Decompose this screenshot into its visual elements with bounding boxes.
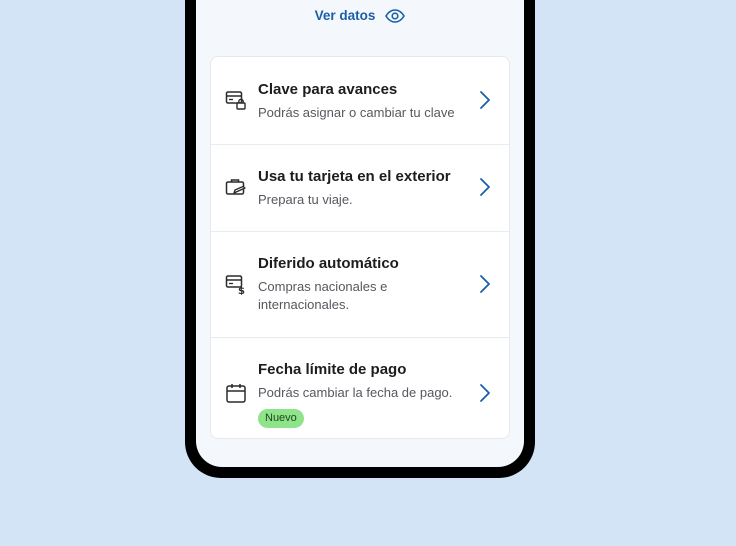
phone-screen: Ver datos Clave para avances Podrás asig… (196, 0, 524, 467)
menu-item-title: Fecha límite de pago (258, 361, 407, 378)
ver-datos-label: Ver datos (314, 8, 376, 23)
chevron-right-icon (480, 384, 490, 402)
menu-item-subtitle: Compras nacionales e internacionales. (258, 279, 388, 312)
menu-item-clave-avances[interactable]: Clave para avances Podrás asignar o camb… (211, 57, 509, 145)
menu-item-tarjeta-exterior[interactable]: Usa tu tarjeta en el exterior Prepara tu… (211, 144, 509, 232)
menu-item-diferido-automatico[interactable]: $ Diferido automático Compras nacionales… (211, 231, 509, 338)
phone-frame: Ver datos Clave para avances Podrás asig… (185, 0, 535, 478)
menu-item-subtitle: Prepara tu viaje. (258, 192, 353, 207)
chevron-right-icon (480, 178, 490, 196)
card-dollar-icon: $ (225, 275, 245, 295)
chevron-right-icon (480, 275, 490, 293)
menu-item-title: Clave para avances (258, 81, 398, 98)
svg-text:$: $ (238, 286, 245, 295)
eye-icon (385, 8, 406, 23)
menu-item-title: Usa tu tarjeta en el exterior (258, 168, 451, 185)
menu-item-subtitle: Podrás asignar o cambiar tu clave (258, 105, 455, 120)
menu-item-subtitle: Podrás cambiar la fecha de pago. (258, 385, 453, 400)
menu-item-title: Diferido automático (258, 255, 399, 272)
new-badge: Nuevo (258, 409, 304, 428)
calendar-icon (226, 384, 246, 403)
options-card: Clave para avances Podrás asignar o camb… (210, 56, 510, 439)
chevron-right-icon (480, 91, 490, 109)
menu-item-fecha-limite-pago[interactable]: Fecha límite de pago Podrás cambiar la f… (211, 337, 509, 449)
card-lock-icon (225, 91, 246, 110)
suitcase-plane-icon (225, 179, 246, 195)
ver-datos-button[interactable]: Ver datos (196, 8, 524, 23)
